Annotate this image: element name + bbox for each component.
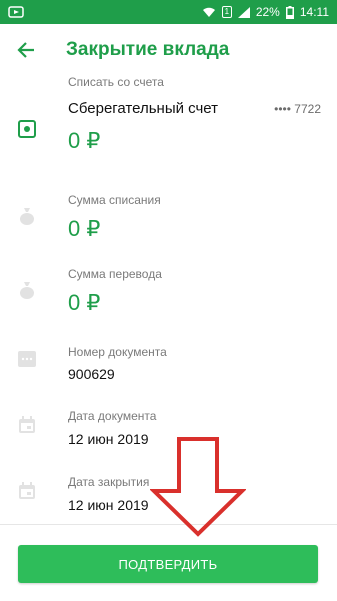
- calendar-icon: [17, 481, 37, 501]
- transfer-amount-value: 0 ₽: [68, 290, 101, 315]
- sim-icon: 1: [221, 6, 232, 18]
- account-name: Сберегательный счет: [68, 100, 219, 117]
- arrow-left-icon: [17, 42, 34, 58]
- clock: 14:11: [299, 5, 329, 19]
- battery-icon: [285, 5, 294, 19]
- document-number-label: Номер документа: [68, 345, 167, 359]
- confirm-button[interactable]: ПОДТВЕРДИТЬ: [18, 545, 318, 583]
- debit-amount-label: Сумма списания: [68, 193, 161, 207]
- notification-icon: [8, 6, 24, 18]
- closing-date-row: Дата закрытия 12 июн 2019: [0, 470, 337, 520]
- account-balance: 0 ₽: [68, 128, 101, 153]
- document-number-value: 900629: [68, 366, 115, 382]
- back-button[interactable]: [14, 38, 38, 62]
- document-number-row: Номер документа 900629: [0, 340, 337, 390]
- debit-amount-value: 0 ₽: [68, 216, 101, 241]
- money-bag-icon: [17, 280, 37, 300]
- money-bag-icon: [17, 206, 37, 226]
- battery-percent: 22%: [255, 5, 280, 19]
- footer: ПОДТВЕРДИТЬ: [0, 524, 337, 601]
- calendar-icon: [17, 415, 37, 435]
- debit-amount-row: Сумма списания 0 ₽: [0, 188, 337, 252]
- source-account-label: Списать со счета: [68, 76, 164, 89]
- signal-icon: [237, 6, 250, 18]
- app-bar: Закрытие вклада: [0, 24, 337, 76]
- document-number-icon: [17, 349, 37, 369]
- account-number-mask: •••• 7722: [274, 102, 321, 116]
- page-title: Закрытие вклада: [66, 39, 230, 60]
- form-content[interactable]: Списать со счета Сберегательный счет •••…: [0, 76, 337, 524]
- wifi-icon: [202, 7, 216, 18]
- status-bar: 1 22% 14:11: [0, 0, 337, 24]
- transfer-amount-row: Сумма перевода 0 ₽: [0, 262, 337, 326]
- transfer-amount-label: Сумма перевода: [68, 267, 162, 281]
- safe-icon: [17, 119, 37, 139]
- document-date-row: Дата документа 12 июн 2019: [0, 404, 337, 454]
- document-date-value: 12 июн 2019: [68, 431, 149, 447]
- source-account-row[interactable]: Списать со счета Сберегательный счет •••…: [0, 76, 337, 166]
- closing-date-value: 12 июн 2019: [68, 497, 149, 513]
- closing-date-label: Дата закрытия: [68, 475, 150, 489]
- document-date-label: Дата документа: [68, 409, 157, 423]
